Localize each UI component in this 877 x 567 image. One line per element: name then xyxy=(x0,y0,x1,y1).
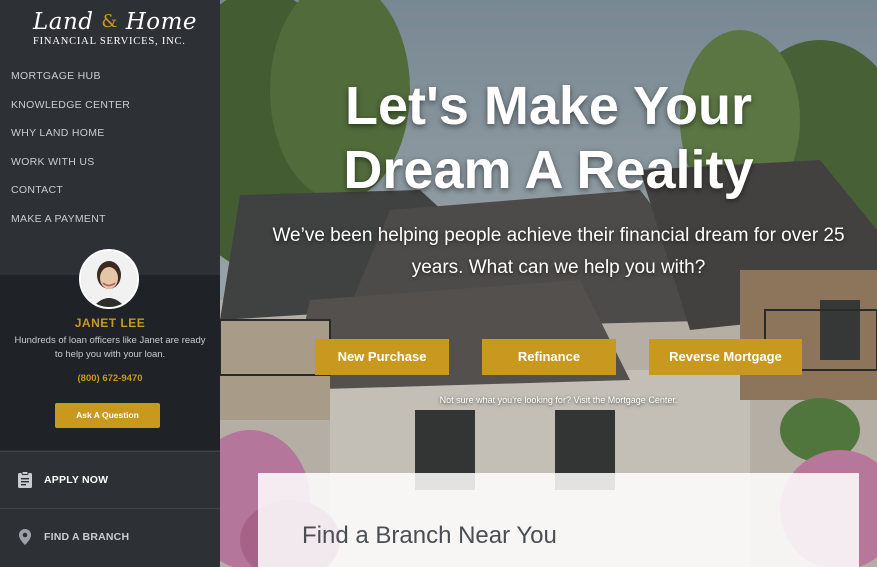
mortgage-center-link[interactable]: Not sure what you're looking for? Visit … xyxy=(220,395,877,405)
hero-heading: Let's Make Your Dream A Reality xyxy=(343,76,754,200)
find-a-branch-label: FIND A BRANCH xyxy=(44,531,130,543)
nav-item-mortgage-hub[interactable]: MORTGAGE HUB xyxy=(11,68,130,97)
branch-finder-card: Find a Branch Near You xyxy=(258,473,859,567)
agent-phone[interactable]: (800) 672-9470 xyxy=(0,373,220,384)
logo-subtitle: FINANCIAL SERVICES, INC. xyxy=(33,36,186,47)
nav-item-knowledge-center[interactable]: KNOWLEDGE CENTER xyxy=(11,97,130,126)
reverse-mortgage-button[interactable]: Reverse Mortgage xyxy=(649,339,802,375)
avatar xyxy=(79,249,139,309)
nav-item-work-with-us[interactable]: WORK WITH US xyxy=(11,154,130,183)
refinance-button[interactable]: Refinance xyxy=(482,339,616,375)
nav-item-make-a-payment[interactable]: MAKE A PAYMENT xyxy=(11,211,130,240)
nav-item-contact[interactable]: CONTACT xyxy=(11,182,130,211)
sidebar: Land & Home FINANCIAL SERVICES, INC. MOR… xyxy=(0,0,220,567)
ask-a-question-button[interactable]: Ask A Question xyxy=(55,403,160,428)
apply-now-label: APPLY NOW xyxy=(44,474,109,486)
hero-subtitle: We’ve been helping people achieve their … xyxy=(272,225,845,278)
agent-description: Hundreds of loan officers like Janet are… xyxy=(14,335,206,360)
nav-item-why-land-home[interactable]: WHY LAND HOME xyxy=(11,125,130,154)
company-logo[interactable]: Land & Home FINANCIAL SERVICES, INC. xyxy=(0,0,220,60)
agent-name: JANET LEE xyxy=(74,316,146,330)
main-nav: MORTGAGE HUB KNOWLEDGE CENTER WHY LAND H… xyxy=(11,68,130,239)
find-a-branch-button[interactable]: FIND A BRANCH xyxy=(0,508,220,565)
clipboard-icon xyxy=(18,471,32,488)
location-pin-icon xyxy=(19,529,31,545)
new-purchase-button[interactable]: New Purchase xyxy=(315,339,449,375)
hero-section: Let's Make Your Dream A Reality We’ve be… xyxy=(220,0,877,567)
branch-finder-title: Find a Branch Near You xyxy=(302,522,557,549)
logo-wordmark: Land & Home xyxy=(33,9,198,35)
apply-now-button[interactable]: APPLY NOW xyxy=(0,451,220,508)
